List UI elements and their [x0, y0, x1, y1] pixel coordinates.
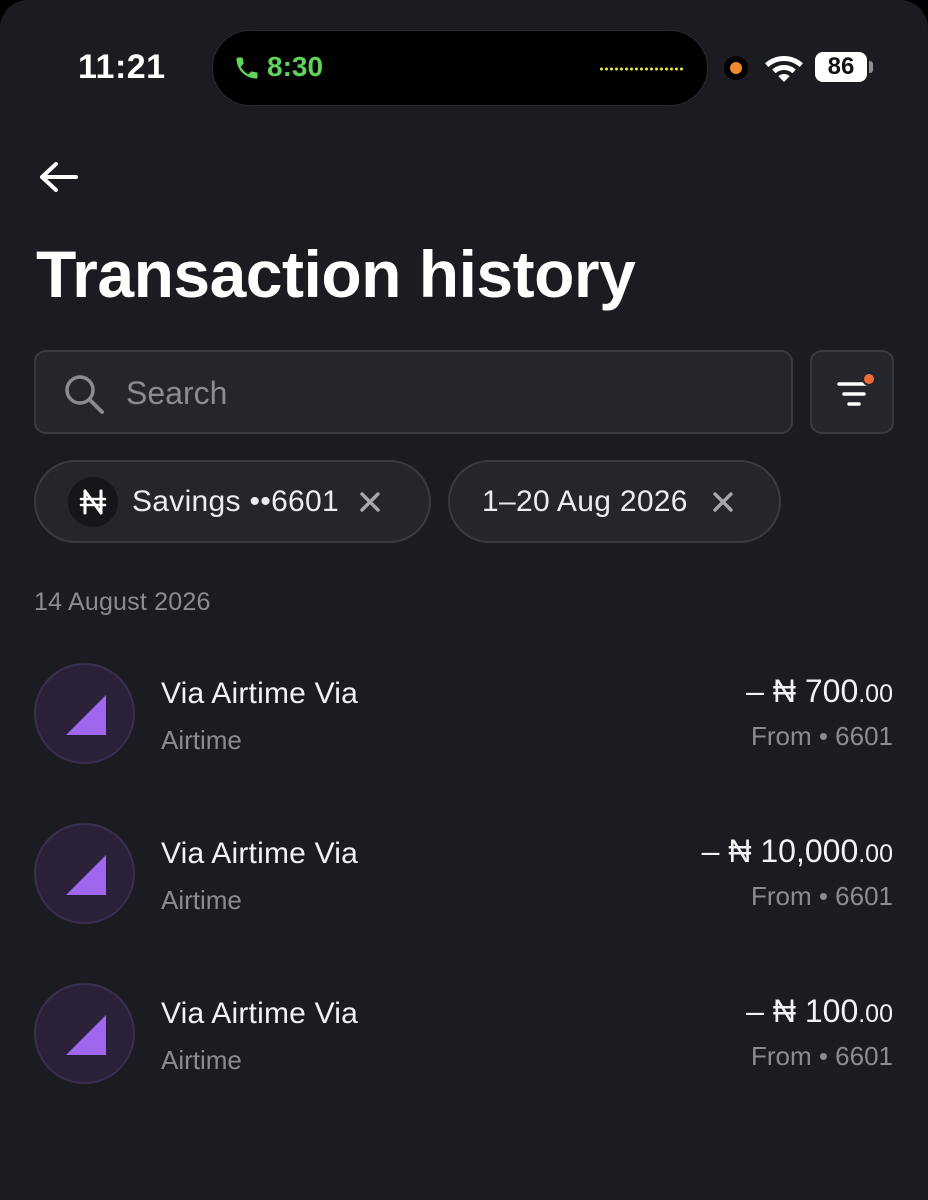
- transaction-source: From • 6601: [750, 881, 893, 911]
- amount-decimal: .00: [858, 680, 893, 708]
- filter-button[interactable]: [810, 350, 894, 434]
- transaction-category: Airtime: [161, 885, 242, 915]
- date-range-filter-chip[interactable]: 1–20 Aug 2026: [448, 460, 781, 543]
- transaction-amount: – ₦ 100.00: [746, 993, 893, 1030]
- phone-icon: [236, 57, 258, 79]
- transaction-source: From • 6601: [750, 721, 893, 751]
- account-filter-chip[interactable]: Savings ••6601: [34, 460, 431, 543]
- wifi-icon: [765, 56, 803, 82]
- airtime-avatar: [34, 823, 135, 924]
- transaction-row[interactable]: Via Airtime Via Airtime – ₦ 700.00 From …: [0, 663, 928, 767]
- transaction-amount: – ₦ 700.00: [746, 673, 893, 710]
- airtime-signal-icon: [66, 695, 106, 735]
- close-icon[interactable]: [712, 491, 734, 513]
- recording-indicator-icon: [724, 56, 748, 80]
- airtime-avatar: [34, 983, 135, 1084]
- amount-main: – ₦ 10,000: [701, 833, 859, 869]
- amount-main: – ₦ 100: [746, 993, 859, 1029]
- transaction-amount: – ₦ 10,000.00: [702, 833, 893, 870]
- transaction-name: Via Airtime Via: [161, 997, 358, 1030]
- transaction-source: From • 6601: [750, 1041, 893, 1071]
- call-timer: 8:30: [267, 51, 324, 82]
- account-filter-label: Savings ••6601: [132, 484, 340, 518]
- airtime-signal-icon: [66, 1015, 106, 1055]
- transaction-name: Via Airtime Via: [161, 677, 358, 710]
- transaction-history-screen: 11:21 8:30 86 Transaction history Search…: [0, 0, 928, 1200]
- transaction-category: Airtime: [161, 725, 242, 755]
- naira-icon: [68, 476, 118, 527]
- airtime-signal-icon: [66, 855, 106, 895]
- search-input[interactable]: [126, 368, 766, 418]
- amount-decimal: .00: [858, 840, 893, 868]
- page-title: Transaction history: [36, 237, 636, 311]
- battery-tip: [869, 61, 873, 73]
- dynamic-island-call[interactable]: 8:30: [212, 30, 708, 106]
- transaction-row[interactable]: Via Airtime Via Airtime – ₦ 10,000.00 Fr…: [0, 823, 928, 927]
- amount-main: – ₦ 700: [746, 673, 859, 709]
- status-time: 11:21: [78, 48, 166, 86]
- amount-decimal: .00: [858, 1000, 893, 1028]
- date-range-label: 1–20 Aug 2026: [482, 484, 688, 518]
- battery-indicator: 86: [815, 52, 873, 82]
- filter-active-dot: [862, 372, 876, 386]
- close-icon[interactable]: [359, 491, 381, 513]
- transaction-name: Via Airtime Via: [161, 837, 358, 870]
- arrow-left-icon[interactable]: [34, 156, 80, 198]
- transaction-row[interactable]: Via Airtime Via Airtime – ₦ 100.00 From …: [0, 983, 928, 1087]
- battery-level: 86: [815, 52, 867, 82]
- search-box[interactable]: [34, 350, 793, 434]
- audio-waveform-icon: [599, 67, 683, 71]
- transaction-category: Airtime: [161, 1045, 242, 1075]
- airtime-avatar: [34, 663, 135, 764]
- date-group-heading: 14 August 2026: [34, 588, 211, 616]
- search-icon: [65, 375, 104, 414]
